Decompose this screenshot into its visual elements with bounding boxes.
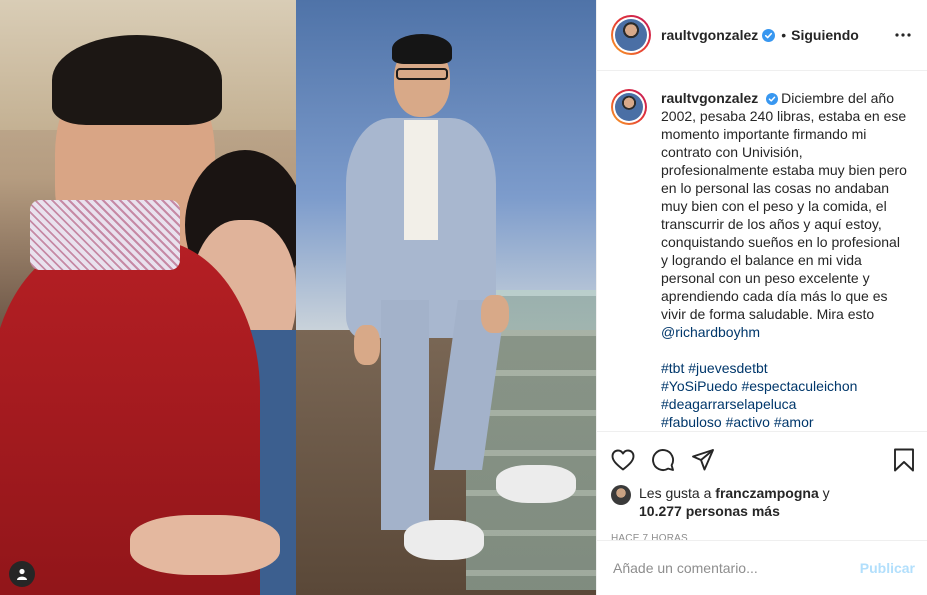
comments-area[interactable]: raultvgonzalez Diciembre del año 2002, p…: [597, 72, 927, 431]
caption-mention-link[interactable]: @richardboyhm: [661, 324, 760, 340]
caption-text: raultvgonzalez Diciembre del año 2002, p…: [661, 89, 909, 341]
heart-icon: [611, 449, 635, 471]
comment-button[interactable]: [651, 440, 691, 480]
post-media[interactable]: [0, 0, 596, 595]
hashtag-link[interactable]: #YoSiPuedo #espectaculeichon: [661, 377, 909, 395]
caption: raultvgonzalez Diciembre del año 2002, p…: [611, 89, 913, 341]
paper-plane-icon: [692, 449, 714, 471]
instagram-post: raultvgonzalez • Siguiendo raultvgonzale…: [0, 0, 927, 595]
save-button[interactable]: [875, 440, 915, 480]
post-actions: Les gusta a franczampogna y 10.277 perso…: [597, 431, 927, 544]
likes-prefix: Les gusta a: [639, 485, 712, 501]
comment-icon: [652, 449, 674, 471]
follow-status-button[interactable]: Siguiendo: [791, 27, 859, 43]
caption-username[interactable]: raultvgonzalez: [661, 90, 758, 106]
hashtag-link[interactable]: #deagarrarselapeluca: [661, 395, 909, 413]
liker-avatar[interactable]: [611, 485, 631, 505]
likes-count-link[interactable]: 10.277 personas más: [639, 503, 780, 519]
hashtag-link[interactable]: #fabuloso #activo #amor: [661, 413, 909, 431]
avatar[interactable]: [611, 15, 651, 55]
add-comment-bar: Publicar: [597, 540, 927, 595]
likes-summary: Les gusta a franczampogna y 10.277 perso…: [611, 484, 915, 520]
hashtag-link[interactable]: #tbt #juevesdetbt: [661, 359, 909, 377]
separator-dot: •: [781, 27, 787, 43]
hashtag-list: #tbt #juevesdetbt #YoSiPuedo #espectacul…: [661, 359, 909, 431]
more-options-icon: [895, 33, 911, 37]
share-button[interactable]: [691, 440, 731, 480]
comment-input[interactable]: [613, 560, 860, 576]
after-photo: [296, 0, 596, 595]
header-username[interactable]: raultvgonzalez: [661, 27, 758, 43]
post-header: raultvgonzalez • Siguiendo: [597, 0, 927, 71]
verified-badge-icon: [762, 28, 776, 42]
caption-body: Diciembre del año 2002, pesaba 240 libra…: [661, 90, 907, 322]
bookmark-icon: [894, 448, 914, 472]
action-bar: [611, 440, 915, 480]
post-side-panel: raultvgonzalez • Siguiendo raultvgonzale…: [596, 0, 927, 595]
liker-username-link[interactable]: franczampogna: [715, 485, 818, 501]
caption-avatar[interactable]: [611, 89, 647, 125]
before-photo: [0, 0, 296, 595]
user-tag-icon: [17, 568, 27, 580]
like-button[interactable]: [611, 440, 651, 480]
verified-badge-icon: [766, 93, 779, 105]
likes-text: Les gusta a franczampogna y 10.277 perso…: [639, 484, 830, 520]
more-options-button[interactable]: [891, 23, 915, 47]
post-comment-button[interactable]: Publicar: [860, 560, 915, 576]
tagged-users-button[interactable]: [9, 561, 35, 587]
likes-conjunction: y: [822, 485, 830, 501]
